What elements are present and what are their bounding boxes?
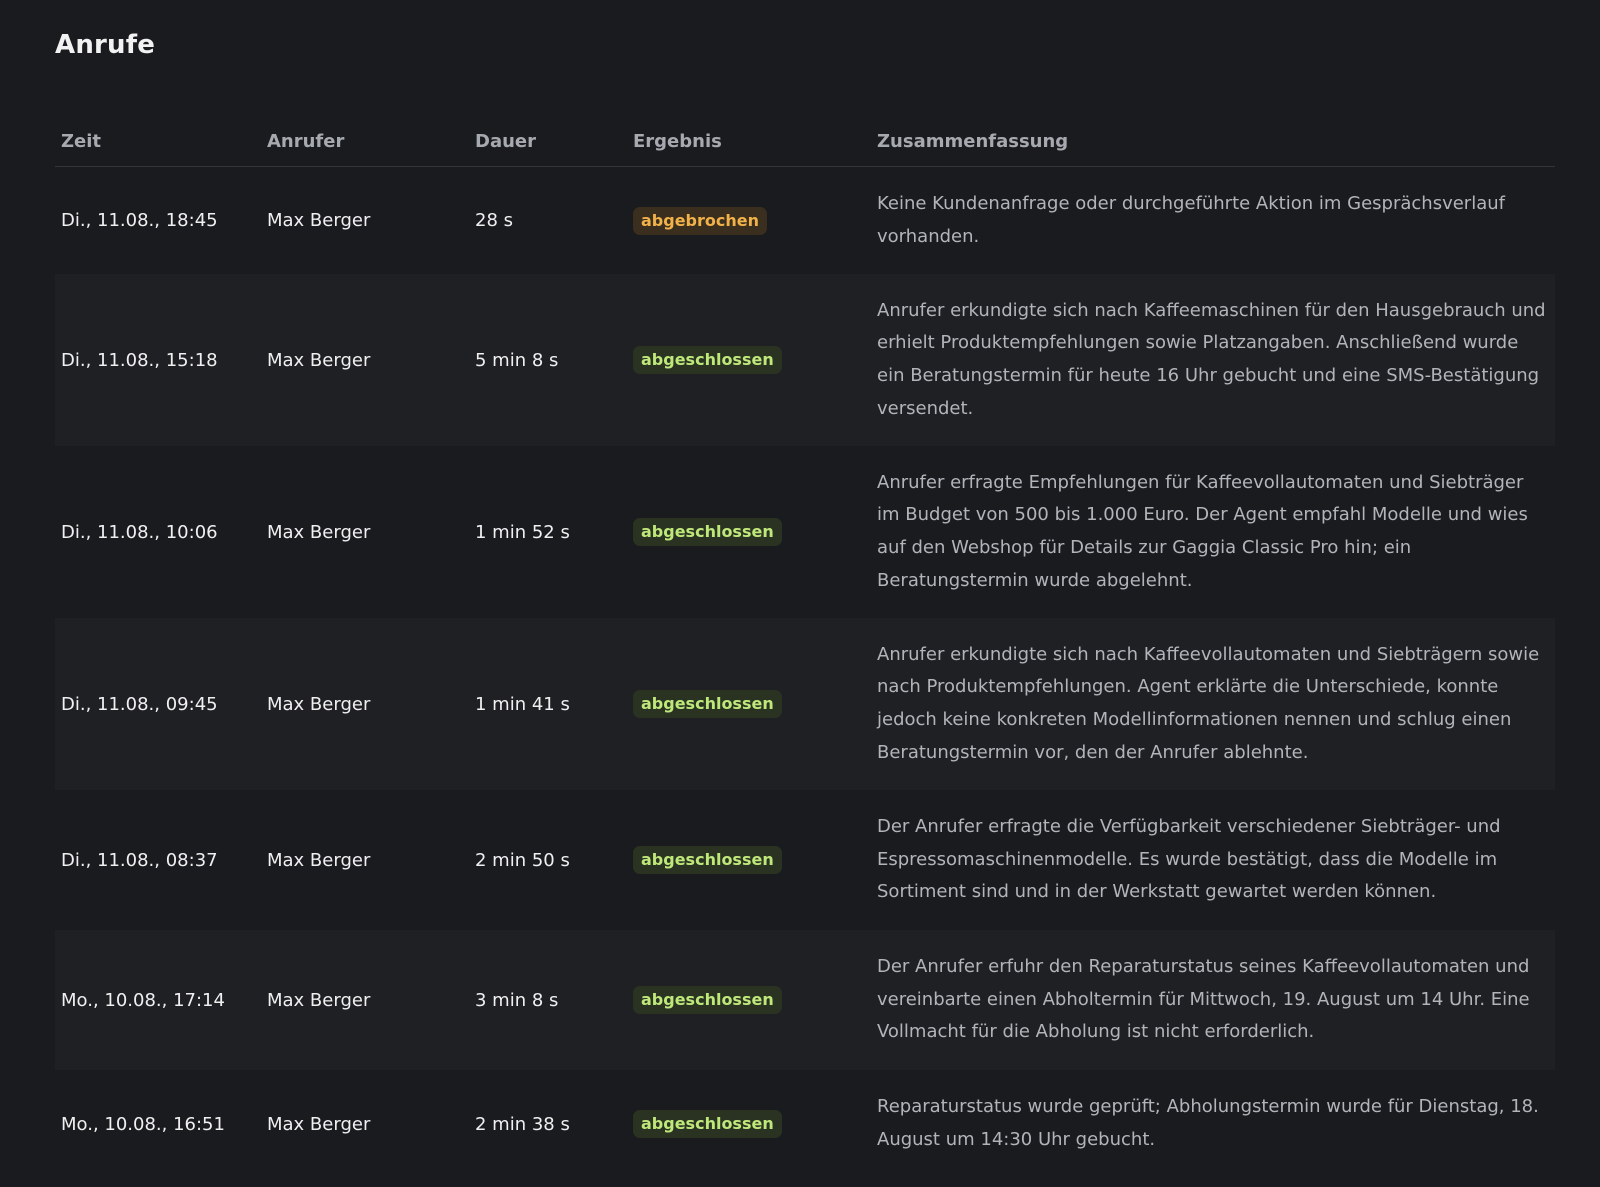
column-header-ergebnis[interactable]: Ergebnis xyxy=(633,131,877,152)
column-header-dauer[interactable]: Dauer xyxy=(475,131,633,152)
cell-zusammenfassung: Anrufer erfragte Empfehlungen für Kaffee… xyxy=(877,471,1528,591)
calls-page: Anrufe Zeit Anrufer Dauer Ergebnis Zusam… xyxy=(0,0,1600,1187)
cell-zusammenfassung: Anrufer erkundigte sich nach Kaffeevolla… xyxy=(877,643,1540,763)
cell-anrufer: Max Berger xyxy=(267,1113,371,1135)
cell-ergebnis: abgeschlossen xyxy=(633,1110,877,1138)
cell-zeit: Di., 11.08., 10:06 xyxy=(61,521,218,543)
cell-zeit: Di., 11.08., 18:45 xyxy=(61,210,218,231)
cell-anrufer: Max Berger xyxy=(267,521,371,543)
cell-zusammenfassung: Der Anrufer erfuhr den Reparaturstatus s… xyxy=(877,955,1530,1043)
calls-table: Zeit Anrufer Dauer Ergebnis Zusammenfass… xyxy=(55,116,1555,1178)
cell-zeit: Di., 11.08., 08:37 xyxy=(61,849,218,871)
cell-ergebnis: abgeschlossen xyxy=(633,690,877,718)
status-badge: abgeschlossen xyxy=(633,690,782,718)
cell-dauer: 2 min 38 s xyxy=(475,1113,570,1135)
table-row[interactable]: Di., 11.08., 09:45 Max Berger 1 min 41 s… xyxy=(55,618,1555,790)
cell-zeit: Di., 11.08., 15:18 xyxy=(61,349,218,371)
table-row[interactable]: Di., 11.08., 18:45 Max Berger 28 s abgeb… xyxy=(55,167,1555,274)
cell-anrufer: Max Berger xyxy=(267,989,371,1011)
column-header-anrufer[interactable]: Anrufer xyxy=(267,131,475,152)
cell-anrufer: Max Berger xyxy=(267,693,371,715)
status-badge: abgeschlossen xyxy=(633,846,782,874)
column-header-zeit[interactable]: Zeit xyxy=(55,131,267,152)
cell-dauer: 2 min 50 s xyxy=(475,849,570,871)
cell-zeit: Mo., 10.08., 17:14 xyxy=(61,989,225,1011)
cell-anrufer: Max Berger xyxy=(267,210,371,231)
cell-ergebnis: abgeschlossen xyxy=(633,518,877,546)
cell-ergebnis: abgeschlossen xyxy=(633,346,877,374)
table-row[interactable]: Di., 11.08., 15:18 Max Berger 5 min 8 s … xyxy=(55,274,1555,446)
status-badge: abgeschlossen xyxy=(633,986,782,1014)
status-badge: abgebrochen xyxy=(633,206,768,235)
cell-zeit: Mo., 10.08., 16:51 xyxy=(61,1113,225,1135)
status-badge: abgeschlossen xyxy=(633,1110,782,1138)
column-header-zusammenfassung[interactable]: Zusammenfassung xyxy=(877,131,1555,152)
cell-zusammenfassung: Anrufer erkundigte sich nach Kaffeemasch… xyxy=(877,299,1546,419)
status-badge: abgeschlossen xyxy=(633,518,782,546)
table-header: Zeit Anrufer Dauer Ergebnis Zusammenfass… xyxy=(55,116,1555,167)
cell-ergebnis: abgebrochen xyxy=(633,206,877,235)
cell-dauer: 3 min 8 s xyxy=(475,989,559,1011)
table-row[interactable]: Mo., 10.08., 16:51 Max Berger 2 min 38 s… xyxy=(55,1070,1555,1178)
table-row[interactable]: Di., 11.08., 10:06 Max Berger 1 min 52 s… xyxy=(55,446,1555,618)
cell-dauer: 1 min 41 s xyxy=(475,693,570,715)
cell-ergebnis: abgeschlossen xyxy=(633,846,877,874)
cell-zusammenfassung: Der Anrufer erfragte die Verfügbarkeit v… xyxy=(877,815,1501,903)
cell-ergebnis: abgeschlossen xyxy=(633,986,877,1014)
cell-zusammenfassung: Keine Kundenanfrage oder durchgeführte A… xyxy=(877,192,1505,247)
cell-dauer: 1 min 52 s xyxy=(475,521,570,543)
table-row[interactable]: Mo., 10.08., 17:14 Max Berger 3 min 8 s … xyxy=(55,930,1555,1070)
cell-anrufer: Max Berger xyxy=(267,849,371,871)
page-title: Anrufe xyxy=(55,30,156,60)
cell-anrufer: Max Berger xyxy=(267,349,371,371)
cell-dauer: 5 min 8 s xyxy=(475,349,559,371)
cell-dauer: 28 s xyxy=(475,210,514,231)
cell-zeit: Di., 11.08., 09:45 xyxy=(61,693,218,715)
status-badge: abgeschlossen xyxy=(633,346,782,374)
table-row[interactable]: Di., 11.08., 08:37 Max Berger 2 min 50 s… xyxy=(55,790,1555,930)
cell-zusammenfassung: Reparaturstatus wurde geprüft; Abholungs… xyxy=(877,1096,1539,1150)
